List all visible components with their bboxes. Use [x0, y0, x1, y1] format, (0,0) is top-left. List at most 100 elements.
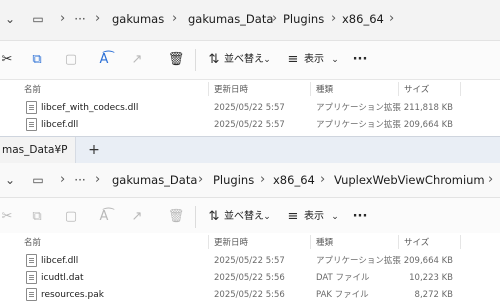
file-name: icudtl.dat [41, 273, 84, 283]
file-type: アプリケーション拡張 [316, 256, 401, 266]
monitor-icon: ▭ [32, 173, 44, 187]
column-size[interactable]: サイズ [404, 236, 429, 248]
file-row[interactable]: libcef_with_codecs.dll 2025/05/22 5:57 ア… [0, 99, 500, 117]
sort-icon[interactable]: ⇅ [205, 51, 223, 69]
more-options-icon[interactable]: ··· [351, 51, 369, 69]
file-size: 10,223 KB [409, 273, 453, 283]
file-row[interactable]: resources.pak 2025/05/22 5:56 PAK ファイル 8… [0, 286, 500, 304]
file-icon [26, 271, 37, 284]
delete-icon[interactable]: 🗑 [167, 208, 185, 226]
chevron-right-icon: › [60, 172, 66, 187]
new-tab-button[interactable]: + [86, 142, 102, 158]
rename-icon[interactable]: A͡ [95, 208, 113, 226]
breadcrumb-item[interactable]: x86_64 [342, 11, 384, 27]
chevron-right-icon: › [95, 172, 101, 187]
chevron-right-icon: › [389, 11, 395, 26]
address-bar[interactable]: ⌄ ▭ › ··· › gakumas › gakumas_Data › Plu… [0, 0, 500, 41]
command-bar: ✂ ⧉ ▢ A͡ ↗ 🗑 ⇅ 並べ替え ⌄ ≡ 表示 ⌄ ··· [0, 41, 500, 80]
file-type: PAK ファイル [316, 290, 369, 300]
breadcrumb-item[interactable]: gakumas [112, 11, 164, 27]
paste-icon[interactable]: ▢ [62, 51, 80, 69]
cut-icon[interactable]: ✂ [0, 51, 16, 69]
ellipsis-icon[interactable]: ··· [72, 172, 88, 188]
view-icon[interactable]: ≡ [284, 208, 302, 226]
column-date[interactable]: 更新日時 [214, 236, 248, 248]
file-name: libcef_with_codecs.dll [41, 103, 139, 113]
column-size[interactable]: サイズ [404, 83, 429, 95]
chevron-right-icon: › [60, 11, 66, 26]
chevron-right-icon: › [95, 11, 101, 26]
share-icon[interactable]: ↗ [128, 208, 146, 226]
file-row[interactable]: libcef.dll 2025/05/22 5:57 アプリケーション拡張 20… [0, 116, 500, 134]
chevron-down-icon: ⌄ [331, 55, 339, 65]
file-icon [26, 288, 37, 301]
file-row[interactable]: icudtl.dat 2025/05/22 5:56 DAT ファイル 10,2… [0, 269, 500, 287]
ellipsis-icon[interactable]: ··· [72, 11, 88, 27]
file-date: 2025/05/22 5:57 [214, 103, 285, 113]
chevron-right-icon: › [260, 172, 266, 187]
file-size: 209,664 KB [403, 120, 453, 130]
address-bar[interactable]: ⌄ ▭ › ··· › gakumas_Data › Plugins › x86… [0, 163, 500, 198]
more-options-icon[interactable]: ··· [351, 208, 369, 226]
file-name: resources.pak [41, 290, 104, 300]
file-type: アプリケーション拡張 [316, 120, 401, 130]
chevron-down-icon[interactable]: ⌄ [2, 11, 18, 27]
file-row[interactable]: libcef.dll 2025/05/22 5:57 アプリケーション拡張 20… [0, 252, 500, 270]
column-name[interactable]: 名前 [24, 83, 41, 95]
explorer-window-back: ⌄ ▭ › ··· › gakumas › gakumas_Data › Plu… [0, 0, 500, 137]
copy-icon[interactable]: ⧉ [28, 208, 46, 226]
file-date: 2025/05/22 5:57 [214, 256, 285, 266]
paste-icon[interactable]: ▢ [62, 208, 80, 226]
command-bar: ✂ ⧉ ▢ A͡ ↗ 🗑 ⇅ 並べ替え ⌄ ≡ 表示 ⌄ ··· [0, 198, 500, 237]
view-icon[interactable]: ≡ [284, 51, 302, 69]
rename-icon[interactable]: A͡ [95, 51, 113, 69]
chevron-right-icon: › [488, 172, 494, 187]
breadcrumb-item[interactable]: VuplexWebViewChromium [334, 172, 485, 188]
chevron-down-icon: ⌄ [263, 55, 271, 65]
column-date[interactable]: 更新日時 [214, 83, 248, 95]
share-icon[interactable]: ↗ [128, 51, 146, 69]
explorer-window-front: mas_Data¥P + ⌄ ▭ › ··· › gakumas_Data › … [0, 137, 500, 305]
file-date: 2025/05/22 5:57 [214, 120, 285, 130]
tab-title: mas_Data¥P [2, 144, 68, 156]
breadcrumb-item[interactable]: Plugins [213, 172, 254, 188]
file-icon [26, 118, 37, 131]
tab-bar: mas_Data¥P + [0, 137, 500, 164]
chevron-down-icon: ⌄ [263, 212, 271, 222]
chevron-down-icon: ⌄ [331, 212, 339, 222]
monitor-icon: ▭ [32, 12, 44, 26]
breadcrumb-item[interactable]: gakumas_Data [188, 11, 273, 27]
file-size: 209,664 KB [403, 256, 453, 266]
chevron-right-icon: › [198, 172, 204, 187]
file-icon [26, 101, 37, 114]
delete-icon[interactable]: 🗑 [167, 51, 185, 69]
column-type[interactable]: 種類 [316, 236, 333, 248]
view-button[interactable]: 表示 [304, 209, 324, 225]
file-name: libcef.dll [41, 256, 79, 266]
file-size: 8,272 KB [414, 290, 453, 300]
file-icon [26, 254, 37, 267]
file-name: libcef.dll [41, 120, 79, 130]
view-button[interactable]: 表示 [304, 52, 324, 68]
cut-icon[interactable]: ✂ [0, 208, 16, 226]
file-type: DAT ファイル [316, 273, 370, 283]
breadcrumb-item[interactable]: gakumas_Data [112, 172, 197, 188]
chevron-right-icon: › [272, 11, 278, 26]
chevron-down-icon[interactable]: ⌄ [2, 172, 18, 188]
column-type[interactable]: 種類 [316, 83, 333, 95]
chevron-right-icon: › [320, 172, 326, 187]
chevron-right-icon: › [172, 11, 178, 26]
file-size: 211,818 KB [403, 103, 453, 113]
column-name[interactable]: 名前 [24, 236, 41, 248]
file-date: 2025/05/22 5:56 [214, 290, 285, 300]
breadcrumb-item[interactable]: Plugins [283, 11, 324, 27]
copy-icon[interactable]: ⧉ [28, 51, 46, 69]
file-type: アプリケーション拡張 [316, 103, 401, 113]
tab-current[interactable]: mas_Data¥P [0, 137, 76, 163]
column-header-row: 名前 更新日時 種類 サイズ [0, 233, 500, 251]
sort-icon[interactable]: ⇅ [205, 208, 223, 226]
file-date: 2025/05/22 5:56 [214, 273, 285, 283]
breadcrumb-item[interactable]: x86_64 [273, 172, 315, 188]
chevron-right-icon: › [331, 11, 337, 26]
column-header-row: 名前 更新日時 種類 サイズ [0, 80, 500, 98]
